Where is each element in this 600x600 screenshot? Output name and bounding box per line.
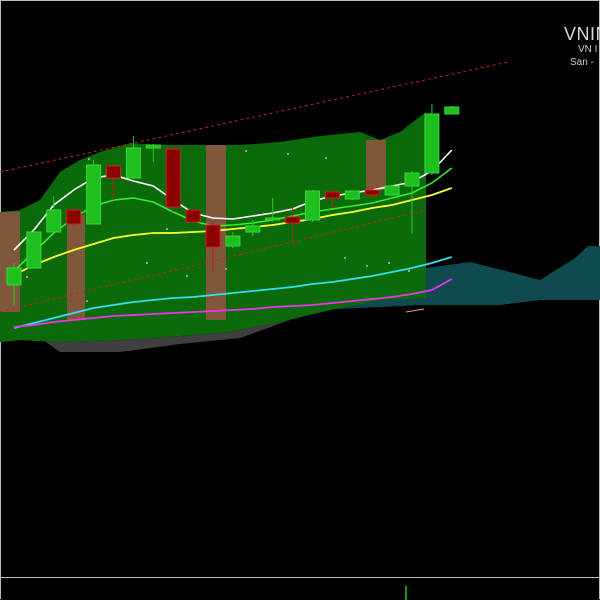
candle-body	[225, 235, 241, 247]
marker-dot	[26, 276, 28, 278]
price-chart[interactable]	[0, 0, 600, 600]
candle-body	[205, 224, 221, 248]
candle-body	[245, 225, 261, 233]
candle-body	[66, 209, 82, 225]
candle-body	[344, 190, 360, 200]
candle-body	[285, 216, 301, 224]
exchange-label: VN I	[578, 44, 598, 55]
marker-dot	[186, 275, 188, 277]
candle-body	[26, 231, 42, 269]
candle-body	[444, 106, 460, 115]
highlight-column	[0, 212, 20, 312]
marker-dot	[408, 270, 410, 272]
candle-body	[165, 148, 181, 208]
candle-body	[86, 164, 102, 225]
candle-body	[6, 267, 22, 286]
highlight-column	[366, 140, 386, 190]
marker-dot	[325, 157, 327, 159]
candle-body	[305, 190, 320, 221]
candle-body	[384, 185, 400, 196]
marker-dot	[366, 265, 368, 267]
marker-dot	[86, 300, 88, 302]
marker-dot	[245, 150, 247, 152]
symbol-label: VNIN	[564, 24, 600, 44]
marker-dot	[166, 228, 168, 230]
candle-body	[265, 217, 281, 221]
candle-body	[424, 113, 440, 174]
candle-body	[185, 209, 201, 223]
marker-dot	[287, 153, 289, 155]
marker-dot	[388, 262, 390, 264]
candle-body	[125, 147, 141, 179]
marker-dot	[88, 158, 90, 160]
candle-body	[145, 144, 161, 149]
price-marker	[405, 308, 425, 313]
candle-body	[404, 172, 420, 187]
candle-body	[364, 189, 380, 196]
marker-dot	[146, 262, 148, 264]
candle-body	[324, 191, 340, 199]
candle-body	[46, 209, 62, 233]
candle-body	[106, 165, 121, 179]
bottom-divider	[0, 577, 600, 578]
venue-label: San -	[570, 57, 594, 68]
marker-dot	[225, 268, 227, 270]
marker-dot	[344, 257, 346, 259]
highlight-column	[67, 215, 85, 320]
